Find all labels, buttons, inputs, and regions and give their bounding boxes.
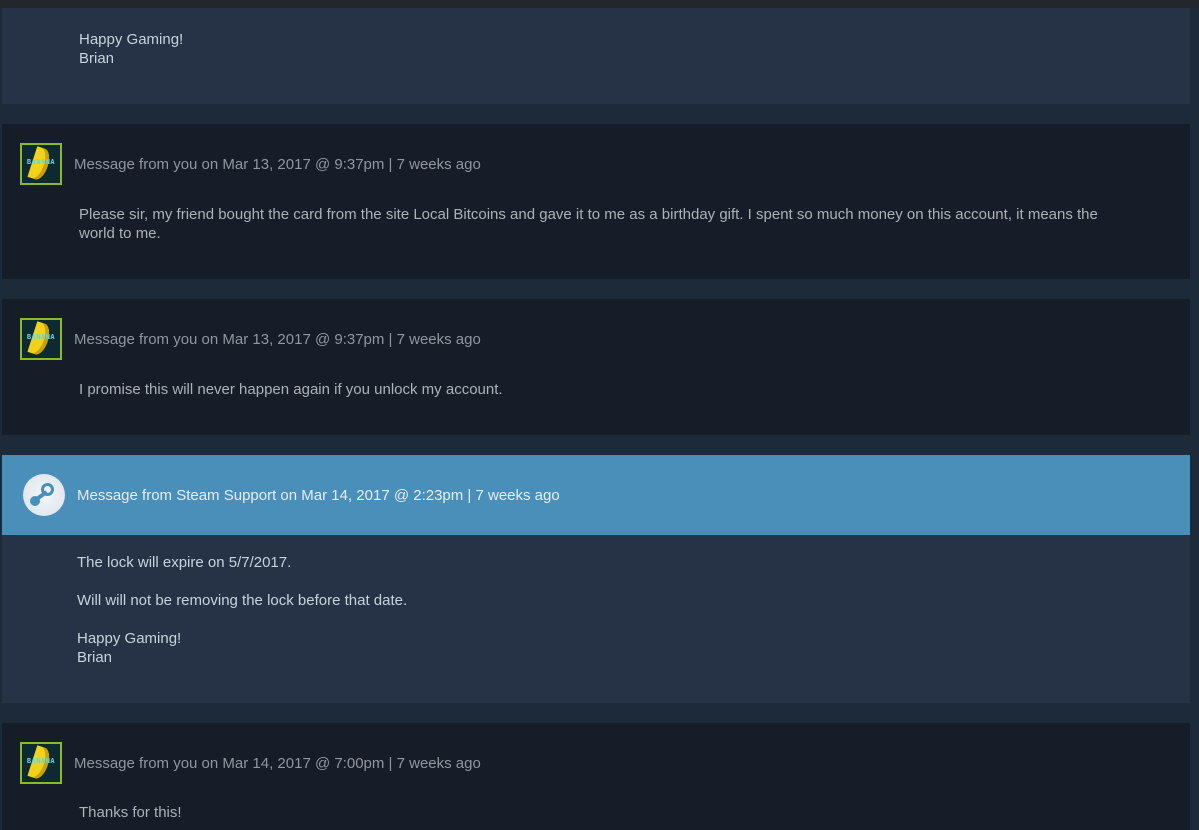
user-message: BANANA Message from you on Mar 13, 2017 … [2,124,1190,279]
banana-avatar[interactable]: BANANA [20,742,62,784]
message-thread: Happy Gaming! Brian BANANA Message from … [0,0,1199,830]
message-body: Please sir, my friend bought the card fr… [79,206,1098,242]
user-message: BANANA Message from you on Mar 14, 2017 … [2,723,1190,830]
signature-text: Brian [79,50,115,67]
message-closing: Happy Gaming! Brian [77,629,1097,667]
message-meta: Message from Steam Support on Mar 14, 20… [77,486,560,504]
banana-avatar[interactable]: BANANA [20,318,62,360]
message-header: BANANA Message from you on Mar 13, 2017 … [20,316,481,362]
message-meta: Message from you on Mar 13, 2017 @ 9:37p… [74,330,481,348]
message-meta: Message from you on Mar 14, 2017 @ 7:00p… [74,754,481,772]
closing-text: Happy Gaming! [79,31,184,48]
message-body: Thanks for this! [79,804,182,821]
avatar-label: BANANA [26,158,56,166]
message-header: BANANA Message from you on Mar 13, 2017 … [20,141,481,187]
closing-text: Happy Gaming! [77,630,182,647]
message-body: Happy Gaming! Brian [79,30,1099,68]
message-body: I promise this will never happen again i… [79,381,503,398]
message-body: The lock will expire on 5/7/2017. Will w… [77,553,1097,667]
avatar-label: BANANA [26,333,56,341]
message-paragraph: The lock will expire on 5/7/2017. [77,554,292,571]
message-paragraph: Will will not be removing the lock befor… [77,592,408,609]
top-bar [0,0,1199,8]
support-message-header: Message from Steam Support on Mar 14, 20… [2,455,1190,535]
message-header: BANANA Message from you on Mar 14, 2017 … [20,740,481,786]
steam-logo-icon [23,474,65,516]
avatar-label: BANANA [26,757,56,765]
signature-text: Brian [77,649,113,666]
message-meta: Message from you on Mar 13, 2017 @ 9:37p… [74,155,481,173]
support-message-partial: Happy Gaming! Brian [2,8,1190,104]
user-message: BANANA Message from you on Mar 13, 2017 … [2,299,1190,435]
banana-avatar[interactable]: BANANA [20,143,62,185]
message-header: Message from Steam Support on Mar 14, 20… [20,472,560,518]
